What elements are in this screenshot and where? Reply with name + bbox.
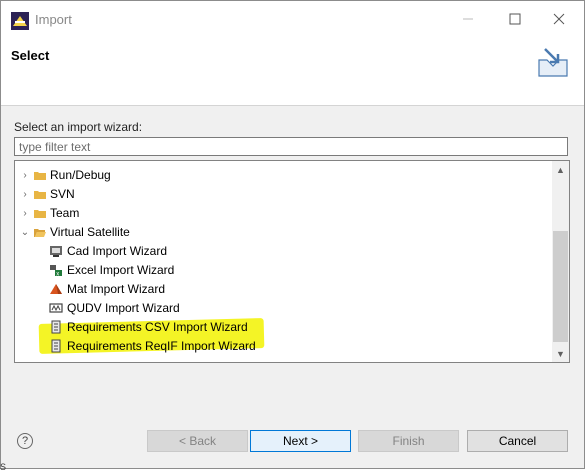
mat-icon [50,284,62,294]
tree-item-label: SVN [50,187,75,201]
minimize-icon [463,18,473,20]
scrollbar-thumb[interactable] [553,231,568,342]
tree-item-cad-import[interactable]: Cad Import Wizard [49,242,167,260]
tree-item-virtual-satellite[interactable]: ⌄ Virtual Satellite [19,223,130,241]
title-bar: Import [1,1,584,39]
cancel-button[interactable]: Cancel [467,430,568,452]
finish-button[interactable]: Finish [358,430,459,452]
window-title: Import [35,12,72,27]
wizard-content: Select an import wizard: › Run/Debug › S… [1,106,584,363]
tree-item-qudv-import[interactable]: QUDV Import Wizard [49,299,180,317]
wizard-tree[interactable]: › Run/Debug › SVN › Team ⌄ Virtual Satel… [14,160,570,363]
tree-item-label: Cad Import Wizard [67,244,168,258]
tree-item-run-debug[interactable]: › Run/Debug [19,166,111,184]
tree-item-svn[interactable]: › SVN [19,185,75,203]
tree-item-label: Excel Import Wizard [67,263,175,277]
close-button[interactable] [543,7,575,31]
eclipse-app-icon [11,12,29,30]
back-button[interactable]: < Back [147,430,248,452]
chevron-right-icon[interactable]: › [19,189,31,200]
tree-item-label: Team [50,206,80,220]
svg-text:x: x [56,272,59,278]
tree-item-label: QUDV Import Wizard [67,301,180,315]
tree-item-requirements-csv[interactable]: Requirements CSV Import Wizard [49,318,248,336]
tree-item-label: Requirements CSV Import Wizard [67,320,248,334]
help-icon[interactable]: ? [17,433,33,449]
tree-item-mat-import[interactable]: Mat Import Wizard [49,280,165,298]
tree-item-label: Run/Debug [50,168,111,182]
requirements-icon [51,339,61,353]
qudv-icon [49,303,63,313]
vertical-scrollbar[interactable]: ▲ ▼ [552,161,569,362]
scroll-up-arrow-icon[interactable]: ▲ [552,161,569,178]
cad-icon [50,246,62,257]
tree-item-label: Requirements ReqIF Import Wizard [67,339,256,353]
wizard-list-label: Select an import wizard: [14,120,143,134]
folder-icon [34,171,46,180]
excel-icon: x [50,265,62,278]
import-banner-icon [538,48,568,77]
chevron-right-icon[interactable]: › [19,208,31,219]
tree-item-label: Virtual Satellite [50,225,130,239]
folder-open-icon [34,228,46,237]
wizard-header: Select [1,39,584,106]
requirements-icon [51,320,61,334]
folder-icon [34,209,46,218]
chevron-down-icon[interactable]: ⌄ [19,227,31,238]
next-button[interactable]: Next > [250,430,351,452]
filter-input[interactable] [14,137,568,156]
tree-item-excel-import[interactable]: x Excel Import Wizard [49,261,174,279]
button-bar: ? < Back Next > Finish Cancel [1,363,584,468]
page-title: Select [11,48,50,63]
folder-icon [34,190,46,199]
maximize-button[interactable] [499,7,531,31]
tree-item-label: Mat Import Wizard [67,282,166,296]
scroll-down-arrow-icon[interactable]: ▼ [552,345,569,362]
chevron-right-icon[interactable]: › [19,170,31,181]
minimize-button[interactable] [452,7,484,31]
maximize-icon [509,13,521,25]
close-icon [553,13,565,25]
tree-item-team[interactable]: › Team [19,204,79,222]
tree-item-requirements-reqif[interactable]: Requirements ReqIF Import Wizard [49,337,256,355]
import-dialog: Import Select Select an import wizard: ›… [0,0,585,469]
